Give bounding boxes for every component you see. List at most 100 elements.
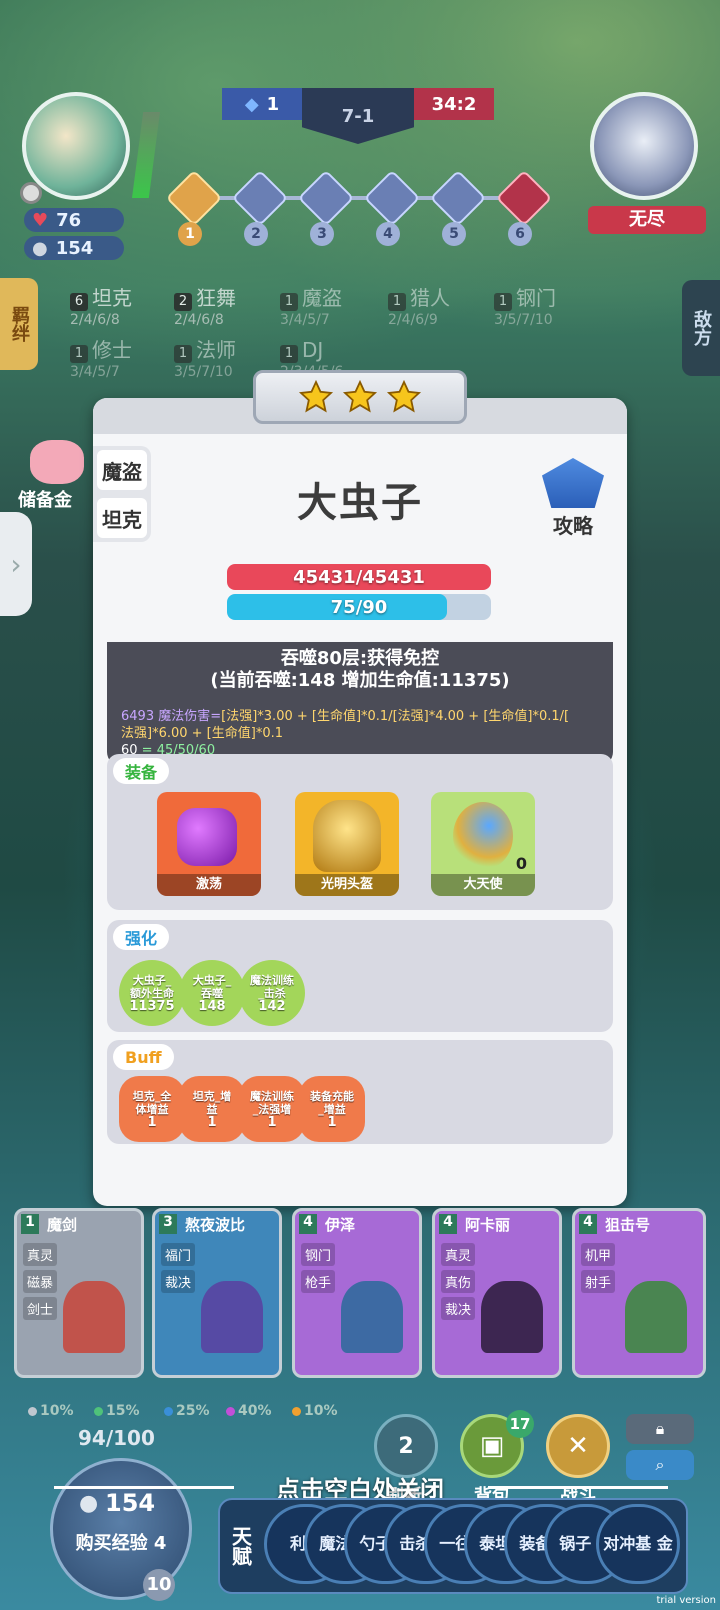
trait-item: 1 猎人 2/4/6/9: [388, 288, 450, 327]
opponent-avatar[interactable]: [590, 92, 698, 200]
stage-num: 6: [508, 222, 532, 246]
trait-item: 2 狂舞 2/4/6/8: [174, 288, 236, 327]
buff-line-2: 益: [206, 1102, 218, 1116]
odds-value: 40%: [238, 1403, 272, 1419]
formula-damage-type: 魔法伤害=: [158, 709, 222, 724]
unit-tags: 真灵 真伤 裁决: [441, 1243, 476, 1320]
unit-name: 伊泽: [325, 1215, 356, 1234]
unit-tags: 真灵 磁暴 剑士: [23, 1243, 58, 1320]
odds-value: 15%: [106, 1403, 140, 1419]
trait-count: 1: [494, 293, 512, 311]
formula-damage-value: 6493: [121, 709, 155, 724]
guide-button[interactable]: 攻略: [537, 458, 609, 539]
equipment-slot[interactable]: 光明头盔: [295, 792, 399, 896]
trait-name: 坦克: [92, 286, 132, 310]
odds-value: 10%: [304, 1403, 338, 1419]
heart-icon: ♥: [32, 209, 49, 231]
shop-unit-card[interactable]: 4 伊泽 钢门 枪手: [292, 1208, 422, 1378]
trait-tiers: 3/4/5/7: [280, 312, 330, 328]
buff-line-2: _法强增: [252, 1102, 292, 1116]
guide-label: 攻略: [553, 514, 593, 538]
unit-tag: 裁决: [441, 1297, 476, 1320]
shop-card-head: 3 熬夜波比: [155, 1211, 279, 1237]
opponent-label: 无尽: [588, 206, 706, 234]
chevron-right-icon: ›: [10, 547, 22, 581]
opponent-label-text: 无尽: [629, 209, 665, 230]
enhance-item[interactable]: 大虫子_ 额外生命 11375: [119, 960, 185, 1026]
trait-tiers: 3/4/5/7: [70, 364, 120, 380]
buff-item[interactable]: 坦克_增益 1: [179, 1076, 245, 1142]
talent-item[interactable]: 对冲基 金: [596, 1504, 680, 1584]
stage-node-2: [231, 169, 289, 227]
gold-value: 154: [55, 237, 94, 259]
shop-unit-card[interactable]: 4 狙击号 机甲 射手: [572, 1208, 706, 1378]
refresh-button[interactable]: 2: [374, 1414, 438, 1478]
reserve-piggy-icon[interactable]: [30, 440, 84, 484]
gem-icon: [177, 808, 237, 866]
settings-gear-icon[interactable]: [20, 182, 42, 204]
enhance-line-2: 额外生命: [130, 986, 174, 1000]
star-rating: [253, 370, 467, 424]
buff-value: 1: [207, 1114, 217, 1130]
equipment-slot[interactable]: 0 大天使: [431, 792, 535, 896]
flame-icon: ◆: [244, 93, 259, 115]
unit-name: 魔剑: [47, 1215, 78, 1234]
odds-value: 25%: [176, 1403, 210, 1419]
traits-side-tab[interactable]: 羁绊: [0, 278, 38, 370]
equipment-slot[interactable]: 激荡: [157, 792, 261, 896]
unit-tag: 福门: [161, 1243, 196, 1266]
enhance-item[interactable]: 魔法训练 _击杀 142: [239, 960, 305, 1026]
shop-unit-card[interactable]: 3 熬夜波比 福门裁决: [152, 1208, 282, 1378]
enemy-side-tab[interactable]: 敌方: [682, 280, 720, 376]
buff-item[interactable]: 坦克_全 体增益 1: [119, 1076, 185, 1142]
bag-count-badge: 17: [506, 1410, 534, 1438]
trait-name: 魔盗: [302, 286, 342, 310]
hp-value: 76: [56, 209, 82, 231]
odds-dot: [94, 1406, 103, 1416]
unit-cost: 4: [439, 1214, 457, 1234]
unit-tag: 裁决: [161, 1270, 196, 1293]
unit-cost: 3: [159, 1214, 177, 1234]
trait-tiers: 2/4/6/8: [70, 312, 120, 328]
gold-pill: ● 154: [24, 236, 124, 260]
trait-count: 6: [70, 293, 88, 311]
unit-portrait: [481, 1281, 543, 1353]
odds-dot: [292, 1406, 301, 1416]
trait-name: 狂舞: [196, 286, 236, 310]
unit-tags: 钢门 枪手: [301, 1243, 336, 1293]
enhance-line-2: 吞噬: [201, 986, 223, 1000]
shop-odds: 25%: [164, 1403, 210, 1419]
buff-item[interactable]: 装备充能 _增益 1: [299, 1076, 365, 1142]
left-drawer-handle[interactable]: ›: [0, 512, 32, 616]
equipment-section: 装备 激荡 光明头盔 0 大天使: [107, 754, 613, 910]
shop-unit-card[interactable]: 4 阿卡丽 真灵 真伤 裁决: [432, 1208, 562, 1378]
trial-version-label: trial version: [656, 1595, 716, 1606]
helmet-icon: [313, 800, 381, 872]
crossed-swords-icon: ✕: [567, 1431, 589, 1461]
enhance-line-1: 大虫子_: [132, 973, 172, 987]
right-score-value: 34:2: [431, 93, 477, 115]
shop-unit-card[interactable]: 1 魔剑 真灵 磁暴 剑士: [14, 1208, 144, 1378]
odds-dot: [28, 1406, 37, 1416]
stage-num: 5: [442, 222, 466, 246]
battle-button[interactable]: ✕: [546, 1414, 610, 1478]
hp-bar: 45431/45431: [227, 564, 491, 590]
match-score-bar: ◆ 1 7-1 34:2: [222, 88, 494, 144]
trait-tiers: 2/4/6/9: [388, 312, 438, 328]
enhance-item[interactable]: 大虫子_ 吞噬 148: [179, 960, 245, 1026]
shop-odds: 10%: [292, 1403, 338, 1419]
buff-item[interactable]: 魔法训练 _法强增 1: [239, 1076, 305, 1142]
lock-icon: 🔒︎: [655, 1419, 665, 1438]
unit-tag: 真灵: [23, 1243, 58, 1266]
star-icon: [386, 379, 422, 413]
odds-dot: [164, 1406, 173, 1416]
trait-name: 猎人: [410, 286, 450, 310]
round-value: 7-1: [341, 105, 375, 127]
unit-tag: 枪手: [301, 1270, 336, 1293]
shop-odds: 40%: [226, 1403, 272, 1419]
unit-cost: 4: [579, 1214, 597, 1234]
formula-part-1: [法强]*3.00 + [生命值]*0.1/[法强]*4.00 + [生命值]*…: [221, 709, 570, 724]
lock-shop-button[interactable]: 🔒︎: [626, 1414, 694, 1444]
star-icon: [342, 379, 378, 413]
stage-node-4: [363, 169, 421, 227]
